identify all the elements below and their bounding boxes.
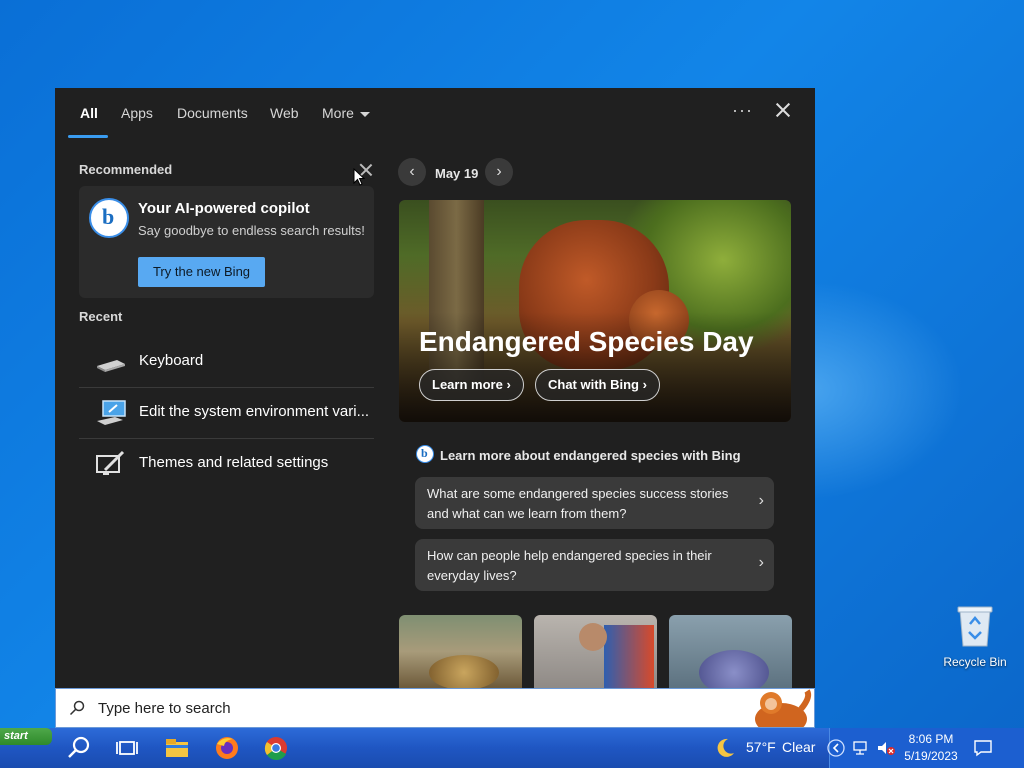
hero-banner[interactable]: Endangered Species Day Learn more › Chat… bbox=[399, 200, 791, 422]
volume-muted-icon[interactable] bbox=[876, 740, 896, 756]
copilot-subtitle: Say goodbye to endless search results! bbox=[138, 223, 365, 238]
moon-weather-icon bbox=[717, 738, 734, 757]
leopard-shape bbox=[429, 655, 499, 688]
chevron-right-icon: › bbox=[642, 377, 647, 392]
axolotl-thumbnail[interactable] bbox=[669, 615, 792, 688]
tab-all[interactable]: All bbox=[80, 105, 98, 121]
start-button[interactable]: start bbox=[0, 728, 52, 745]
chat-with-bing-label: Chat with Bing bbox=[548, 377, 639, 392]
highlight-date: May 19 bbox=[435, 166, 479, 181]
search-icon bbox=[69, 700, 85, 716]
recent-item-themes[interactable]: Themes and related settings bbox=[79, 439, 374, 489]
bing-questions-section: b Learn more about endangered species wi… bbox=[399, 430, 791, 605]
try-new-bing-button[interactable]: Try the new Bing bbox=[138, 257, 265, 287]
search-tabs: All Apps Documents Web More ··· bbox=[55, 88, 815, 138]
firefox-icon[interactable] bbox=[213, 734, 241, 762]
bing-logo-icon: b bbox=[416, 445, 434, 463]
taskbar: start 57°F Clear 8:06 PM 5/19/2023 bbox=[0, 728, 1024, 768]
search-input[interactable] bbox=[96, 699, 720, 718]
action-center-icon[interactable] bbox=[973, 739, 993, 757]
task-view-icon[interactable] bbox=[113, 734, 141, 762]
question-card[interactable]: What are some endangered species success… bbox=[415, 477, 774, 529]
recycle-bin-label: Recycle Bin bbox=[943, 655, 1007, 669]
question-text: What are some endangered species success… bbox=[427, 486, 729, 521]
tab-more-label: More bbox=[322, 105, 354, 121]
researcher-head bbox=[579, 623, 607, 651]
clock-date: 5/19/2023 bbox=[904, 749, 958, 763]
system-properties-icon bbox=[97, 400, 126, 425]
hero-title: Endangered Species Day bbox=[419, 326, 754, 357]
chevron-right-icon: › bbox=[506, 377, 511, 392]
search-panel: All Apps Documents Web More ··· Recommen… bbox=[55, 88, 815, 688]
keyboard-icon bbox=[97, 360, 125, 372]
clock-time: 8:06 PM bbox=[908, 732, 954, 746]
tab-web[interactable]: Web bbox=[270, 105, 299, 121]
recent-item-label: Themes and related settings bbox=[139, 454, 329, 471]
chat-with-bing-button[interactable]: Chat with Bing › bbox=[535, 369, 660, 401]
themes-icon bbox=[96, 450, 125, 475]
copilot-title: Your AI-powered copilot bbox=[138, 200, 310, 217]
mouse-cursor-icon bbox=[353, 168, 365, 186]
active-tab-indicator bbox=[68, 135, 108, 138]
weather-temperature[interactable]: 57°F bbox=[746, 739, 776, 755]
recent-item-label: Edit the system environment vari... bbox=[139, 403, 370, 420]
next-day-button[interactable]: › bbox=[485, 158, 513, 186]
tab-documents[interactable]: Documents bbox=[177, 105, 248, 121]
network-icon[interactable] bbox=[852, 740, 870, 756]
recent-item-keyboard[interactable]: Keyboard bbox=[79, 337, 374, 388]
recent-heading: Recent bbox=[79, 309, 123, 324]
copilot-card: b Your AI-powered copilot Say goodbye to… bbox=[79, 186, 374, 298]
chevron-down-icon bbox=[359, 111, 370, 117]
search-icon[interactable] bbox=[65, 734, 93, 762]
researcher-thumbnail[interactable] bbox=[534, 615, 657, 688]
chrome-icon[interactable] bbox=[262, 734, 290, 762]
chevron-right-icon: › bbox=[758, 554, 764, 571]
file-explorer-icon[interactable] bbox=[163, 734, 191, 762]
question-text: How can people help endangered species i… bbox=[427, 548, 712, 583]
tab-more[interactable]: More bbox=[322, 105, 370, 121]
show-hidden-icons-chevron-icon[interactable] bbox=[826, 738, 846, 758]
chevron-right-icon: › bbox=[758, 492, 764, 509]
question-card[interactable]: How can people help endangered species i… bbox=[415, 539, 774, 591]
search-bar bbox=[55, 688, 815, 728]
leopard-thumbnail[interactable] bbox=[399, 615, 522, 688]
tab-apps[interactable]: Apps bbox=[121, 105, 153, 121]
orangutan-illustration-icon bbox=[755, 689, 812, 727]
close-icon[interactable] bbox=[773, 100, 793, 120]
previous-day-button[interactable]: ‹ bbox=[398, 158, 426, 186]
recycle-bin-desktop-icon[interactable]: Recycle Bin bbox=[938, 600, 1012, 669]
more-options-icon[interactable]: ··· bbox=[732, 100, 753, 121]
bing-logo-icon: b bbox=[89, 198, 129, 238]
bing-section-title: Learn more about endangered species with… bbox=[440, 448, 741, 463]
learn-more-label: Learn more bbox=[432, 377, 503, 392]
researcher-shape bbox=[604, 625, 654, 688]
recommended-heading: Recommended bbox=[79, 162, 173, 177]
taskbar-clock[interactable]: 8:06 PM 5/19/2023 bbox=[899, 731, 963, 765]
weather-condition[interactable]: Clear bbox=[782, 739, 815, 755]
axolotl-shape bbox=[699, 650, 769, 688]
recent-item-environment-variables[interactable]: Edit the system environment vari... bbox=[79, 388, 374, 439]
recent-item-label: Keyboard bbox=[139, 352, 204, 369]
recycle-bin-icon bbox=[957, 606, 993, 647]
learn-more-button[interactable]: Learn more › bbox=[419, 369, 524, 401]
system-tray: 8:06 PM 5/19/2023 bbox=[826, 728, 1024, 768]
